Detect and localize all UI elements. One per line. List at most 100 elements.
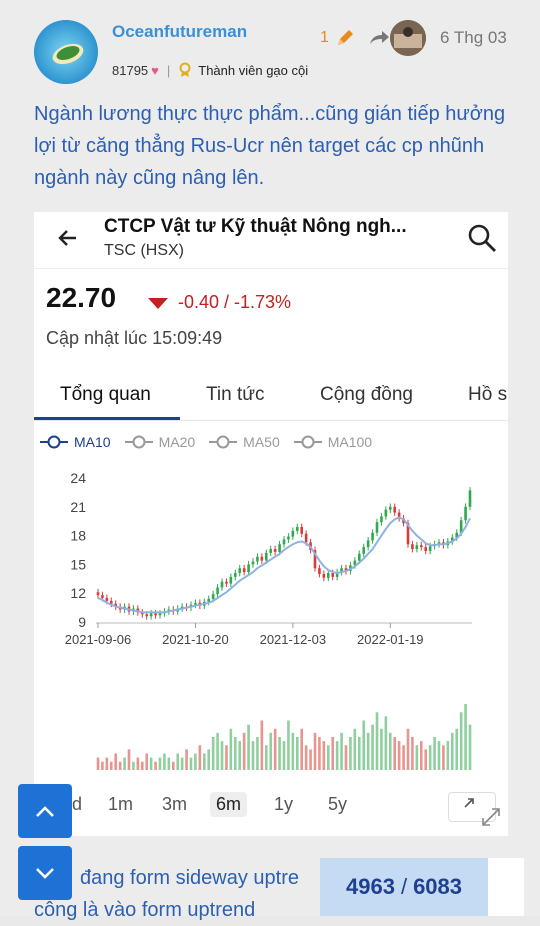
price-chart[interactable]: 24 21 18 15 12 9 2021-09-06 2021-10-20 2021-12-0… <box>34 462 508 782</box>
range-6m[interactable]: 6m <box>210 792 248 817</box>
candle-body <box>371 532 374 541</box>
y-tick-label: 9 <box>78 614 86 630</box>
candle-body <box>424 547 428 551</box>
candle-body <box>287 536 290 540</box>
volume-bar <box>353 728 357 770</box>
candle-body <box>96 592 100 596</box>
volume-bar <box>149 757 153 770</box>
candle-body <box>233 573 237 577</box>
tab-profile[interactable]: Hồ s <box>468 370 507 406</box>
range-1y[interactable]: 1y <box>274 794 293 815</box>
volume-bar <box>309 749 312 770</box>
legend-ma20[interactable]: MA20 <box>124 434 196 450</box>
ma-legend: MA10 MA20 MA50 MA100 <box>40 434 372 450</box>
volume-bar <box>127 749 131 770</box>
range-1d[interactable]: d <box>72 794 82 815</box>
tab-community[interactable]: Cộng đồng <box>320 370 413 406</box>
legend-ma10[interactable]: MA10 <box>40 434 111 450</box>
volume-bar <box>419 741 423 770</box>
candle-body <box>256 556 259 562</box>
volume-bar <box>393 737 397 770</box>
range-1m[interactable]: 1m <box>108 794 133 815</box>
volume-bar <box>216 732 219 770</box>
x-tick-label: 2021-09-06 <box>65 632 132 647</box>
candle-body <box>105 598 109 601</box>
volume-bar <box>340 732 343 770</box>
volume-bar <box>238 741 242 770</box>
candle-body <box>357 553 361 561</box>
volume-bar <box>318 737 321 770</box>
share-user-thumbnail[interactable] <box>390 20 426 56</box>
pencil-icon <box>337 30 353 45</box>
range-3m[interactable]: 3m <box>162 794 187 815</box>
search-button[interactable] <box>466 222 498 259</box>
range-5y[interactable]: 5y <box>328 794 347 815</box>
user-avatar[interactable] <box>34 20 98 84</box>
post-counter-total: 6083 <box>413 874 463 899</box>
volume-bar <box>375 712 379 770</box>
stock-screenshot-card: CTCP Vật tư Kỹ thuật Nông ngh... TSC (HS… <box>34 212 508 836</box>
candle-body <box>225 581 228 584</box>
volume-bar <box>357 737 361 770</box>
tab-news[interactable]: Tin tức <box>206 370 264 406</box>
y-tick-label: 24 <box>70 470 86 486</box>
volume-bar <box>415 745 419 770</box>
stock-title: CTCP Vật tư Kỹ thuật Nông ngh... <box>104 216 407 237</box>
candle-body <box>384 509 388 517</box>
ma100-toggle-icon <box>293 435 322 449</box>
candle-body <box>101 595 104 598</box>
ma10-toggle-icon <box>40 435 68 449</box>
stock-header: CTCP Vật tư Kỹ thuật Nông ngh... TSC (HS… <box>34 212 508 269</box>
volume-bar <box>233 737 237 770</box>
candle-body <box>273 549 277 552</box>
price-change: -0.40 / -1.73% <box>148 292 291 313</box>
candle-body <box>380 516 383 523</box>
y-tick-label: 12 <box>70 585 86 601</box>
ma10-line <box>97 516 471 614</box>
separator: | <box>166 62 171 78</box>
candle-body <box>269 549 273 553</box>
down-triangle-icon <box>148 297 168 309</box>
candle-body <box>295 526 299 531</box>
volume-bar <box>185 749 188 770</box>
volume-bar <box>437 741 441 770</box>
volume-bar <box>402 745 405 770</box>
candle-body <box>362 547 366 554</box>
volume-bar <box>433 737 436 770</box>
share-button[interactable] <box>368 28 390 53</box>
volume-bar <box>322 741 326 770</box>
chevron-up-icon <box>36 806 54 817</box>
candle-body <box>375 522 379 533</box>
candle-body <box>220 581 224 588</box>
scroll-down-button[interactable] <box>18 846 72 900</box>
chevron-down-icon <box>36 868 54 879</box>
edit-button[interactable]: 1 <box>320 28 355 48</box>
legend-ma20-label: MA20 <box>158 434 196 450</box>
scroll-up-button[interactable] <box>18 784 72 838</box>
candle-body <box>238 568 242 574</box>
candle-body <box>154 613 157 616</box>
y-tick-label: 15 <box>70 556 86 572</box>
volume-bar <box>145 753 149 770</box>
volume-bar <box>96 757 100 770</box>
legend-ma50[interactable]: MA50 <box>209 434 280 450</box>
x-tick-label: 2021-12-03 <box>260 632 327 647</box>
member-rank: Thành viên gạo cội <box>198 62 309 78</box>
volume-bar <box>300 728 304 770</box>
legend-ma100[interactable]: MA100 <box>293 434 372 450</box>
volume-bar <box>450 732 454 770</box>
volume-bar <box>158 757 162 770</box>
back-button[interactable] <box>56 226 80 257</box>
volume-bar <box>269 732 273 770</box>
volume-bar <box>278 737 281 770</box>
range-selector: d 1m 3m 6m 1y 5y <box>34 786 508 826</box>
volume-bar <box>194 753 197 770</box>
tab-overview[interactable]: Tổng quan <box>60 370 151 406</box>
points-count: 81795 <box>112 62 149 78</box>
volume-bar <box>273 728 277 770</box>
username[interactable]: Oceanfutureman <box>112 22 247 42</box>
candle-body <box>415 545 419 550</box>
island-avatar-image <box>34 20 98 84</box>
volume-bar <box>344 745 348 770</box>
ma20-toggle-icon <box>124 435 153 449</box>
